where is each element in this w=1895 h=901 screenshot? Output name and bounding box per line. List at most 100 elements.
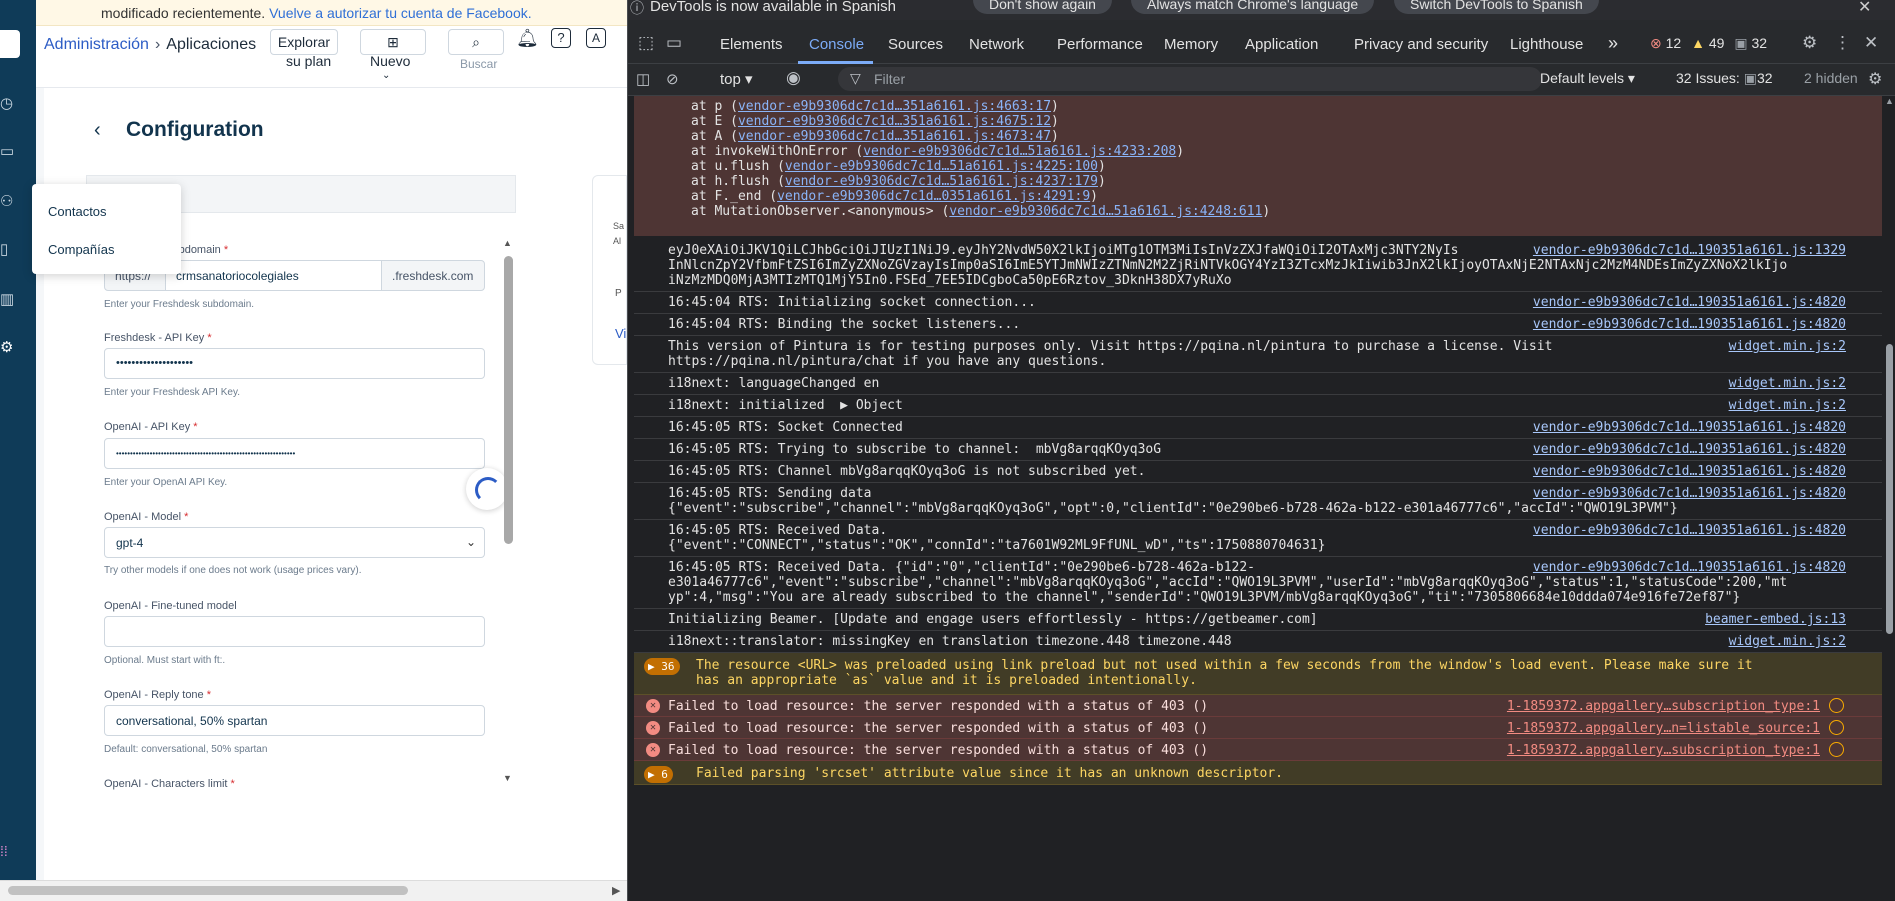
horizontal-scrollbar[interactable]: ▶ <box>0 880 627 901</box>
close-icon[interactable]: ✕ <box>1858 0 1871 17</box>
warning-text: has an appropriate `as` value and it is … <box>696 673 1197 688</box>
inspect-element-icon[interactable]: ⬚ <box>638 33 654 53</box>
log-source-link[interactable]: vendor-e9b9306dc7c1d…190351a6161.js:4820 <box>1533 420 1846 435</box>
log-source-link[interactable]: vendor-e9b9306dc7c1d…190351a6161.js:1329 <box>1533 243 1846 258</box>
live-expression-eye-icon[interactable]: ◉ <box>786 68 801 88</box>
tab-sources[interactable]: Sources <box>888 36 943 53</box>
contacts-flyout-menu: Contactos Compañías <box>32 184 181 274</box>
explorar-plan-button[interactable]: Explorar <box>270 29 338 55</box>
stack-source-link[interactable]: vendor-e9b9306dc7c1d…0351a6161.js:4291:9 <box>777 189 1090 204</box>
contacts-icon[interactable]: ⚇ <box>0 192 20 212</box>
help-icon[interactable]: ? <box>551 28 571 48</box>
chevron-down-icon: ⌄ <box>465 535 476 549</box>
device-toolbar-icon[interactable]: ▭ <box>666 33 682 53</box>
reauthorize-facebook-link[interactable]: Vuelve a autorizar tu cuenta de Facebook… <box>269 5 532 21</box>
stack-source-link[interactable]: vendor-e9b9306dc7c1d…51a6161.js:4248:611 <box>949 204 1262 219</box>
log-source-link[interactable]: vendor-e9b9306dc7c1d…190351a6161.js:4820 <box>1533 560 1846 575</box>
openai-api-key-input[interactable]: ••••••••••••••••••••••••••••••••••••••••… <box>104 438 485 469</box>
console-settings-gear-icon[interactable]: ⚙ <box>1868 69 1882 89</box>
filter-input[interactable]: ▽ Filter <box>838 67 1542 91</box>
tab-network[interactable]: Network <box>969 36 1024 53</box>
log-text: i18next::translator: missingKey en trans… <box>668 634 1232 649</box>
error-source-link[interactable]: 1-1859372.appgallery…subscription_type:1 <box>1507 699 1820 714</box>
breadcrumb-admin-link[interactable]: Administración <box>44 36 149 53</box>
log-source-link[interactable]: vendor-e9b9306dc7c1d…190351a6161.js:4820 <box>1533 464 1846 479</box>
log-source-link[interactable]: widget.min.js:2 <box>1729 376 1846 391</box>
console-log-row: i18next: initialized ▶ Object widget.min.… <box>634 395 1882 417</box>
buscar-label: Buscar <box>460 57 498 71</box>
log-source-link[interactable]: vendor-e9b9306dc7c1d…190351a6161.js:4820 <box>1533 295 1846 310</box>
log-text: i18next: initialized ▶ Object <box>668 398 903 413</box>
log-levels-dropdown[interactable]: Default levels ▾ <box>1540 70 1635 87</box>
more-tabs-icon[interactable]: » <box>1608 33 1618 54</box>
stack-source-link[interactable]: vendor-e9b9306dc7c1d…351a6161.js:4673:47 <box>738 129 1051 144</box>
stack-source-link[interactable]: vendor-e9b9306dc7c1d…51a6161.js:4237:179 <box>785 174 1098 189</box>
console-log-row: eyJ0eXAiOiJKV1QiLCJhbGciOiJIUzI1NiJ9.eyJ… <box>634 240 1882 292</box>
network-request-icon[interactable] <box>1829 720 1844 735</box>
form-scrollbar[interactable]: ▲ ▼ <box>503 238 514 783</box>
reply-tone-input[interactable]: conversational, 50% spartan <box>104 705 485 736</box>
settings-gear-icon[interactable]: ⚙ <box>0 338 20 358</box>
flyout-item-contactos[interactable]: Contactos <box>48 204 107 219</box>
tab-application[interactable]: Application <box>1245 36 1318 53</box>
flyout-item-companias[interactable]: Compañías <box>48 242 114 257</box>
stack-source-link[interactable]: vendor-e9b9306dc7c1d…351a6161.js:4663:17 <box>738 99 1051 114</box>
dashboard-icon[interactable]: ◷ <box>0 94 20 114</box>
tab-privacy-security[interactable]: Privacy and security <box>1354 36 1488 53</box>
settings-gear-icon[interactable]: ⚙ <box>1802 33 1817 53</box>
tab-lighthouse[interactable]: Lighthouse <box>1510 36 1583 53</box>
kebab-menu-icon[interactable]: ⋮ <box>1834 33 1851 53</box>
network-request-icon[interactable] <box>1829 742 1844 757</box>
apps-grid-icon[interactable]: ⁞⁞ <box>0 843 8 859</box>
network-request-icon[interactable] <box>1829 698 1844 713</box>
stack-source-link[interactable]: vendor-e9b9306dc7c1d…51a6161.js:4225:100 <box>785 159 1098 174</box>
log-text: eyJ0eXAiOiJKV1QiLCJhbGciOiJIUzI1NiJ9.eyJ… <box>668 243 1459 258</box>
dont-show-again-button[interactable]: Don't show again <box>973 0 1112 14</box>
knowledge-icon[interactable]: ▯ <box>0 240 20 260</box>
nuevo-button[interactable]: ⊞ <box>360 29 426 55</box>
log-source-link[interactable]: vendor-e9b9306dc7c1d…190351a6161.js:4820 <box>1533 317 1846 332</box>
error-source-link[interactable]: 1-1859372.appgallery…n=listable_source:1 <box>1507 721 1820 736</box>
match-language-button[interactable]: Always match Chrome's language <box>1131 0 1375 14</box>
console-scrollbar[interactable]: ▲ <box>1882 96 1895 901</box>
warning-group-row[interactable]: ▶ 36 The resource <URL> was preloaded usi… <box>634 653 1882 695</box>
stack-source-link[interactable]: vendor-e9b9306dc7c1d…351a6161.js:4675:12 <box>738 114 1051 129</box>
freshdesk-api-key-input[interactable]: •••••••••••••••••••• <box>104 348 485 379</box>
model-select[interactable]: gpt-4 ⌄ <box>104 527 485 558</box>
issues-button[interactable]: 32 Issues: ▣32 <box>1676 70 1773 87</box>
sidebar-toggle-icon[interactable]: ◫ <box>636 70 650 88</box>
log-source-link[interactable]: widget.min.js:2 <box>1729 634 1846 649</box>
tab-performance[interactable]: Performance <box>1057 36 1143 53</box>
stack-frame: at E (vendor-e9b9306dc7c1d…351a6161.js:4… <box>691 114 1059 129</box>
notifications-bell-icon[interactable]: 🔔︎ <box>516 28 539 49</box>
log-source-link[interactable]: vendor-e9b9306dc7c1d…190351a6161.js:4820 <box>1533 523 1846 538</box>
issue-counters[interactable]: ⊗ 12 ▲ 49 ▣ 32 <box>1650 35 1767 52</box>
stack-source-link[interactable]: vendor-e9b9306dc7c1d…51a6161.js:4233:208 <box>863 144 1176 159</box>
log-text: https://pqina.nl/pintura/chat if you hav… <box>668 354 1107 369</box>
context-selector[interactable]: top ▾ <box>720 70 753 88</box>
tickets-icon[interactable]: ▭ <box>0 142 20 162</box>
finetune-input[interactable] <box>104 616 485 647</box>
clear-console-icon[interactable]: ⊘ <box>666 70 679 88</box>
reports-icon[interactable]: ▥ <box>0 290 20 310</box>
switch-spanish-button[interactable]: Switch DevTools to Spanish <box>1394 0 1599 14</box>
top-navigation: Administración › Aplicaciones Explorar su … <box>36 26 627 88</box>
side-card-link[interactable]: Vi <box>615 326 626 341</box>
log-source-link[interactable]: beamer-embed.js:13 <box>1705 612 1846 627</box>
tab-elements[interactable]: Elements <box>720 36 783 53</box>
log-source-link[interactable]: vendor-e9b9306dc7c1d…190351a6161.js:4820 <box>1533 486 1846 501</box>
warning-group-row[interactable]: ▶ 6 Failed parsing 'srcset' attribute val… <box>634 761 1882 785</box>
log-source-link[interactable]: vendor-e9b9306dc7c1d…190351a6161.js:4820 <box>1533 442 1846 457</box>
tab-memory[interactable]: Memory <box>1164 36 1218 53</box>
log-source-link[interactable]: widget.min.js:2 <box>1729 398 1846 413</box>
subdomain-input[interactable]: crmsanatoriocolegiales <box>165 260 382 291</box>
close-devtools-icon[interactable]: ✕ <box>1864 33 1878 53</box>
log-text: i18next: languageChanged en <box>668 376 880 391</box>
log-source-link[interactable]: widget.min.js:2 <box>1729 339 1846 354</box>
back-chevron-icon[interactable]: ‹ <box>94 119 101 142</box>
profile-icon[interactable]: A <box>586 28 606 48</box>
search-button[interactable]: ⌕ <box>448 29 504 55</box>
error-source-link[interactable]: 1-1859372.appgallery…subscription_type:1 <box>1507 743 1820 758</box>
tab-console[interactable]: Console <box>809 36 864 53</box>
log-text: 16:45:05 RTS: Received Data. <box>668 523 888 538</box>
